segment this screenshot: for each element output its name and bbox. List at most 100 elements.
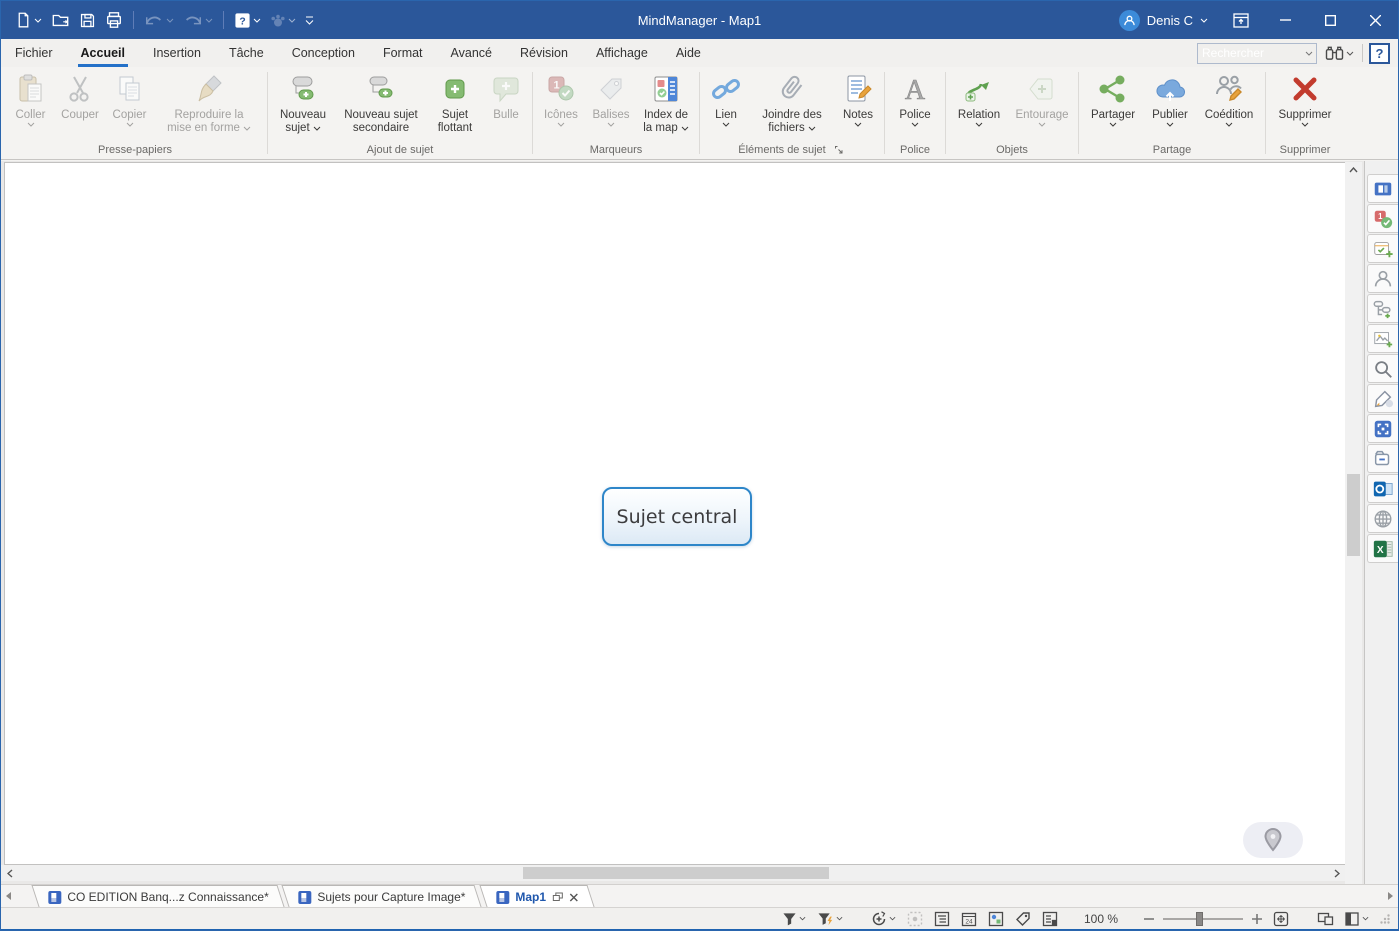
link-button[interactable]: Lien xyxy=(703,67,749,127)
map-index-button[interactable]: Index de la map xyxy=(636,67,696,135)
scroll-up-button[interactable] xyxy=(1345,162,1362,178)
horizontal-scroll-thumb[interactable] xyxy=(523,867,829,879)
cut-button[interactable]: Couper xyxy=(55,67,105,122)
central-topic[interactable]: Sujet central xyxy=(602,487,752,546)
tab-accueil[interactable]: Accueil xyxy=(67,39,139,67)
panel-tab-search[interactable] xyxy=(1367,354,1398,383)
search-dropdown-arrow[interactable] xyxy=(1302,51,1316,56)
coediting-button[interactable]: Coédition xyxy=(1196,67,1262,127)
document-tab-active[interactable]: Map1 xyxy=(479,885,594,907)
outline-view-button[interactable] xyxy=(932,910,952,928)
save-button[interactable] xyxy=(75,7,100,33)
tab-format[interactable]: Format xyxy=(369,39,437,67)
scroll-right-button[interactable] xyxy=(1328,865,1345,881)
new-topic-button[interactable]: Nouveau sujet xyxy=(271,67,335,135)
dialog-launcher-icon xyxy=(834,145,844,155)
horizontal-scrollbar[interactable] xyxy=(1,865,1345,881)
panel-tab-map-parts[interactable] xyxy=(1367,294,1398,323)
tab-scroll-right-button[interactable] xyxy=(1382,885,1398,907)
panel-tab-web[interactable] xyxy=(1367,504,1398,533)
selection-button[interactable] xyxy=(905,910,925,928)
callout-button[interactable]: Bulle xyxy=(483,67,529,122)
panel-tab-task-info[interactable] xyxy=(1367,234,1398,263)
schedule-view-button[interactable]: 24 xyxy=(959,910,979,928)
new-subtopic-button[interactable]: Nouveau sujet secondaire xyxy=(335,67,427,135)
fit-map-button[interactable] xyxy=(1271,910,1291,928)
relationship-button[interactable]: Relation xyxy=(949,67,1009,127)
map-canvas[interactable]: Sujet central xyxy=(4,162,1345,865)
document-tab[interactable]: CO EDITION Banq...z Connaissance* xyxy=(31,885,285,907)
print-button[interactable] xyxy=(101,7,127,33)
customize-qat-button[interactable] xyxy=(301,7,318,33)
panel-tab-markers[interactable]: 1 xyxy=(1367,204,1398,233)
find-button[interactable] xyxy=(1323,44,1356,62)
tab-avance[interactable]: Avancé xyxy=(437,39,506,67)
font-button[interactable]: A Police xyxy=(888,67,942,127)
redo-button[interactable] xyxy=(179,7,217,33)
tab-conception[interactable]: Conception xyxy=(278,39,369,67)
paste-button[interactable]: Coller xyxy=(6,67,55,127)
new-document-button[interactable] xyxy=(11,7,46,33)
tag-view-button[interactable] xyxy=(1013,910,1033,928)
attach-files-button[interactable]: Joindre des fichiers xyxy=(749,67,835,135)
detach-tab-icon[interactable] xyxy=(551,892,562,902)
share-button[interactable]: Partager xyxy=(1082,67,1144,127)
vertical-scrollbar[interactable] xyxy=(1345,162,1362,931)
panel-tab-resources[interactable] xyxy=(1367,264,1398,293)
maximize-button[interactable] xyxy=(1308,1,1353,39)
tab-aide[interactable]: Aide xyxy=(662,39,715,67)
panel-tab-files[interactable] xyxy=(1367,444,1398,473)
zoom-slider[interactable] xyxy=(1163,918,1243,920)
tab-insertion[interactable]: Insertion xyxy=(139,39,215,67)
undo-button[interactable] xyxy=(140,7,178,33)
delete-button[interactable]: Supprimer xyxy=(1269,67,1341,127)
help-button[interactable]: ? xyxy=(1369,43,1390,64)
tab-affichage[interactable]: Affichage xyxy=(582,39,662,67)
map-position-button[interactable] xyxy=(1243,822,1303,858)
scroll-left-button[interactable] xyxy=(1,865,18,881)
publish-button[interactable]: Publier xyxy=(1144,67,1196,127)
presentation-mode-button[interactable] xyxy=(1315,911,1336,927)
touch-mode-button[interactable] xyxy=(266,7,300,33)
zoom-out-button[interactable] xyxy=(1142,917,1156,921)
dialog-launcher-button[interactable] xyxy=(832,143,846,157)
filter-button[interactable] xyxy=(780,911,808,927)
panel-tab-library[interactable] xyxy=(1367,174,1398,203)
open-button[interactable] xyxy=(47,7,74,33)
view-mode-button[interactable] xyxy=(1343,911,1371,927)
icons-button[interactable]: 1 Icônes xyxy=(536,67,586,127)
panel-tab-snapshot[interactable] xyxy=(1367,414,1398,443)
index-view-button[interactable] xyxy=(1040,910,1060,928)
floating-topic-button[interactable]: Sujet flottant xyxy=(427,67,483,135)
tab-revision[interactable]: Révision xyxy=(506,39,582,67)
panel-tab-images[interactable] xyxy=(1367,324,1398,353)
power-filter-button[interactable] xyxy=(815,911,845,927)
vertical-scroll-thumb[interactable] xyxy=(1347,474,1360,556)
location-pin-icon xyxy=(1263,827,1283,853)
zoom-in-button[interactable] xyxy=(1250,913,1264,925)
minimize-button[interactable] xyxy=(1263,1,1308,39)
close-button[interactable] xyxy=(1353,1,1398,39)
icon-view-button[interactable] xyxy=(986,910,1006,928)
resize-grip[interactable] xyxy=(1378,913,1392,925)
tab-tache[interactable]: Tâche xyxy=(215,39,278,67)
document-tab[interactable]: Sujets pour Capture Image* xyxy=(282,885,482,907)
copy-button[interactable]: Copier xyxy=(105,67,154,127)
format-painter-button[interactable]: Reproduire la mise en forme xyxy=(154,67,264,135)
zoom-slider-thumb[interactable] xyxy=(1196,912,1203,926)
tab-fichier[interactable]: Fichier xyxy=(1,39,67,67)
panel-tab-outlook[interactable] xyxy=(1367,474,1398,503)
panel-tab-excel[interactable]: X xyxy=(1367,534,1398,563)
search-input[interactable] xyxy=(1198,46,1302,60)
ribbon-display-options-button[interactable] xyxy=(1218,1,1263,39)
tab-scroll-left-button[interactable] xyxy=(1,885,17,907)
user-account-button[interactable]: Denis C xyxy=(1109,1,1218,39)
close-tab-icon[interactable] xyxy=(568,892,577,901)
help-menu-button[interactable]: ? xyxy=(230,7,265,33)
notes-button[interactable]: Notes xyxy=(835,67,881,127)
boundary-button[interactable]: Entourage xyxy=(1009,67,1075,127)
search-box[interactable] xyxy=(1197,43,1317,64)
quick-filter-button[interactable] xyxy=(869,910,898,928)
tags-button[interactable]: Balises xyxy=(586,67,636,127)
panel-tab-design[interactable] xyxy=(1367,384,1398,413)
